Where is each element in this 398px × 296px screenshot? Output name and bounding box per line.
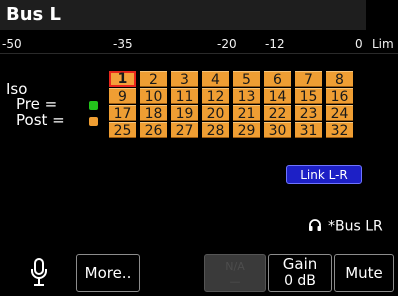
channel-32-button[interactable]: 32 xyxy=(326,122,353,139)
channel-20-button[interactable]: 20 xyxy=(202,105,229,122)
channel-18-button[interactable]: 18 xyxy=(140,105,167,122)
channel-31-button[interactable]: 31 xyxy=(295,122,322,139)
post-label: Post = xyxy=(16,111,65,129)
headphone-monitor[interactable]: *Bus LR xyxy=(308,218,383,235)
channel-16-button[interactable]: 16 xyxy=(326,88,353,105)
channel-3-button[interactable]: 3 xyxy=(171,71,198,88)
link-lr-button[interactable]: Link L-R xyxy=(286,165,362,184)
channel-28-button[interactable]: 28 xyxy=(202,122,229,139)
channel-11-button[interactable]: 11 xyxy=(171,88,198,105)
pre-legend: Pre = xyxy=(16,96,98,112)
channel-6-button[interactable]: 6 xyxy=(264,71,291,88)
post-swatch xyxy=(89,117,98,126)
channel-22-button[interactable]: 22 xyxy=(264,105,291,122)
channel-15-button[interactable]: 15 xyxy=(295,88,322,105)
post-legend: Post = xyxy=(16,111,98,129)
gain-label: Gain xyxy=(282,255,318,273)
channel-12-button[interactable]: 12 xyxy=(202,88,229,105)
channel-24-button[interactable]: 24 xyxy=(326,105,353,122)
channel-5-button[interactable]: 5 xyxy=(233,71,260,88)
more-button[interactable]: More.. xyxy=(76,254,140,292)
channel-30-button[interactable]: 30 xyxy=(264,122,291,139)
disabled-softkey: N/A — xyxy=(204,254,266,292)
channel-4-button[interactable]: 4 xyxy=(202,71,229,88)
channel-21-button[interactable]: 21 xyxy=(233,105,260,122)
channel-29-button[interactable]: 29 xyxy=(233,122,260,139)
channel-26-button[interactable]: 26 xyxy=(140,122,167,139)
pre-swatch xyxy=(89,101,98,110)
channel-17-button[interactable]: 17 xyxy=(109,105,136,122)
channel-2-button[interactable]: 2 xyxy=(140,71,167,88)
channel-14-button[interactable]: 14 xyxy=(264,88,291,105)
channel-19-button[interactable]: 19 xyxy=(171,105,198,122)
channel-10-button[interactable]: 10 xyxy=(140,88,167,105)
channel-27-button[interactable]: 27 xyxy=(171,122,198,139)
disabled-softkey-label: N/A xyxy=(225,260,245,273)
scale-label: -20 xyxy=(217,37,237,51)
mute-button[interactable]: Mute xyxy=(334,254,394,292)
channel-7-button[interactable]: 7 xyxy=(295,71,322,88)
scale-label: -12 xyxy=(265,37,285,51)
headphone-icon xyxy=(308,218,322,235)
headphone-source-label: *Bus LR xyxy=(328,218,383,235)
scale-label: -35 xyxy=(113,37,133,51)
scale-label: -50 xyxy=(2,37,22,51)
meter-divider xyxy=(0,53,398,54)
microphone-icon[interactable] xyxy=(30,258,48,288)
channel-grid: 1 2 3 4 5 6 7 8 9 10 11 12 13 14 15 16 17 18 19 20 21 22 23 24 2… xyxy=(109,71,353,139)
channel-13-button[interactable]: 13 xyxy=(233,88,260,105)
page-title: Bus L xyxy=(6,4,61,25)
gain-value: 0 dB xyxy=(284,273,316,289)
scale-label: Lim xyxy=(372,37,394,51)
title-bar: Bus L xyxy=(0,0,398,30)
channel-8-button[interactable]: 8 xyxy=(326,71,353,88)
gain-button[interactable]: Gain 0 dB xyxy=(268,254,332,292)
channel-23-button[interactable]: 23 xyxy=(295,105,322,122)
disabled-softkey-value: — xyxy=(229,275,241,288)
scale-label: 0 xyxy=(355,37,363,51)
channel-9-button[interactable]: 9 xyxy=(109,88,136,105)
channel-1-button[interactable]: 1 xyxy=(109,71,136,87)
channel-25-button[interactable]: 25 xyxy=(109,122,136,139)
